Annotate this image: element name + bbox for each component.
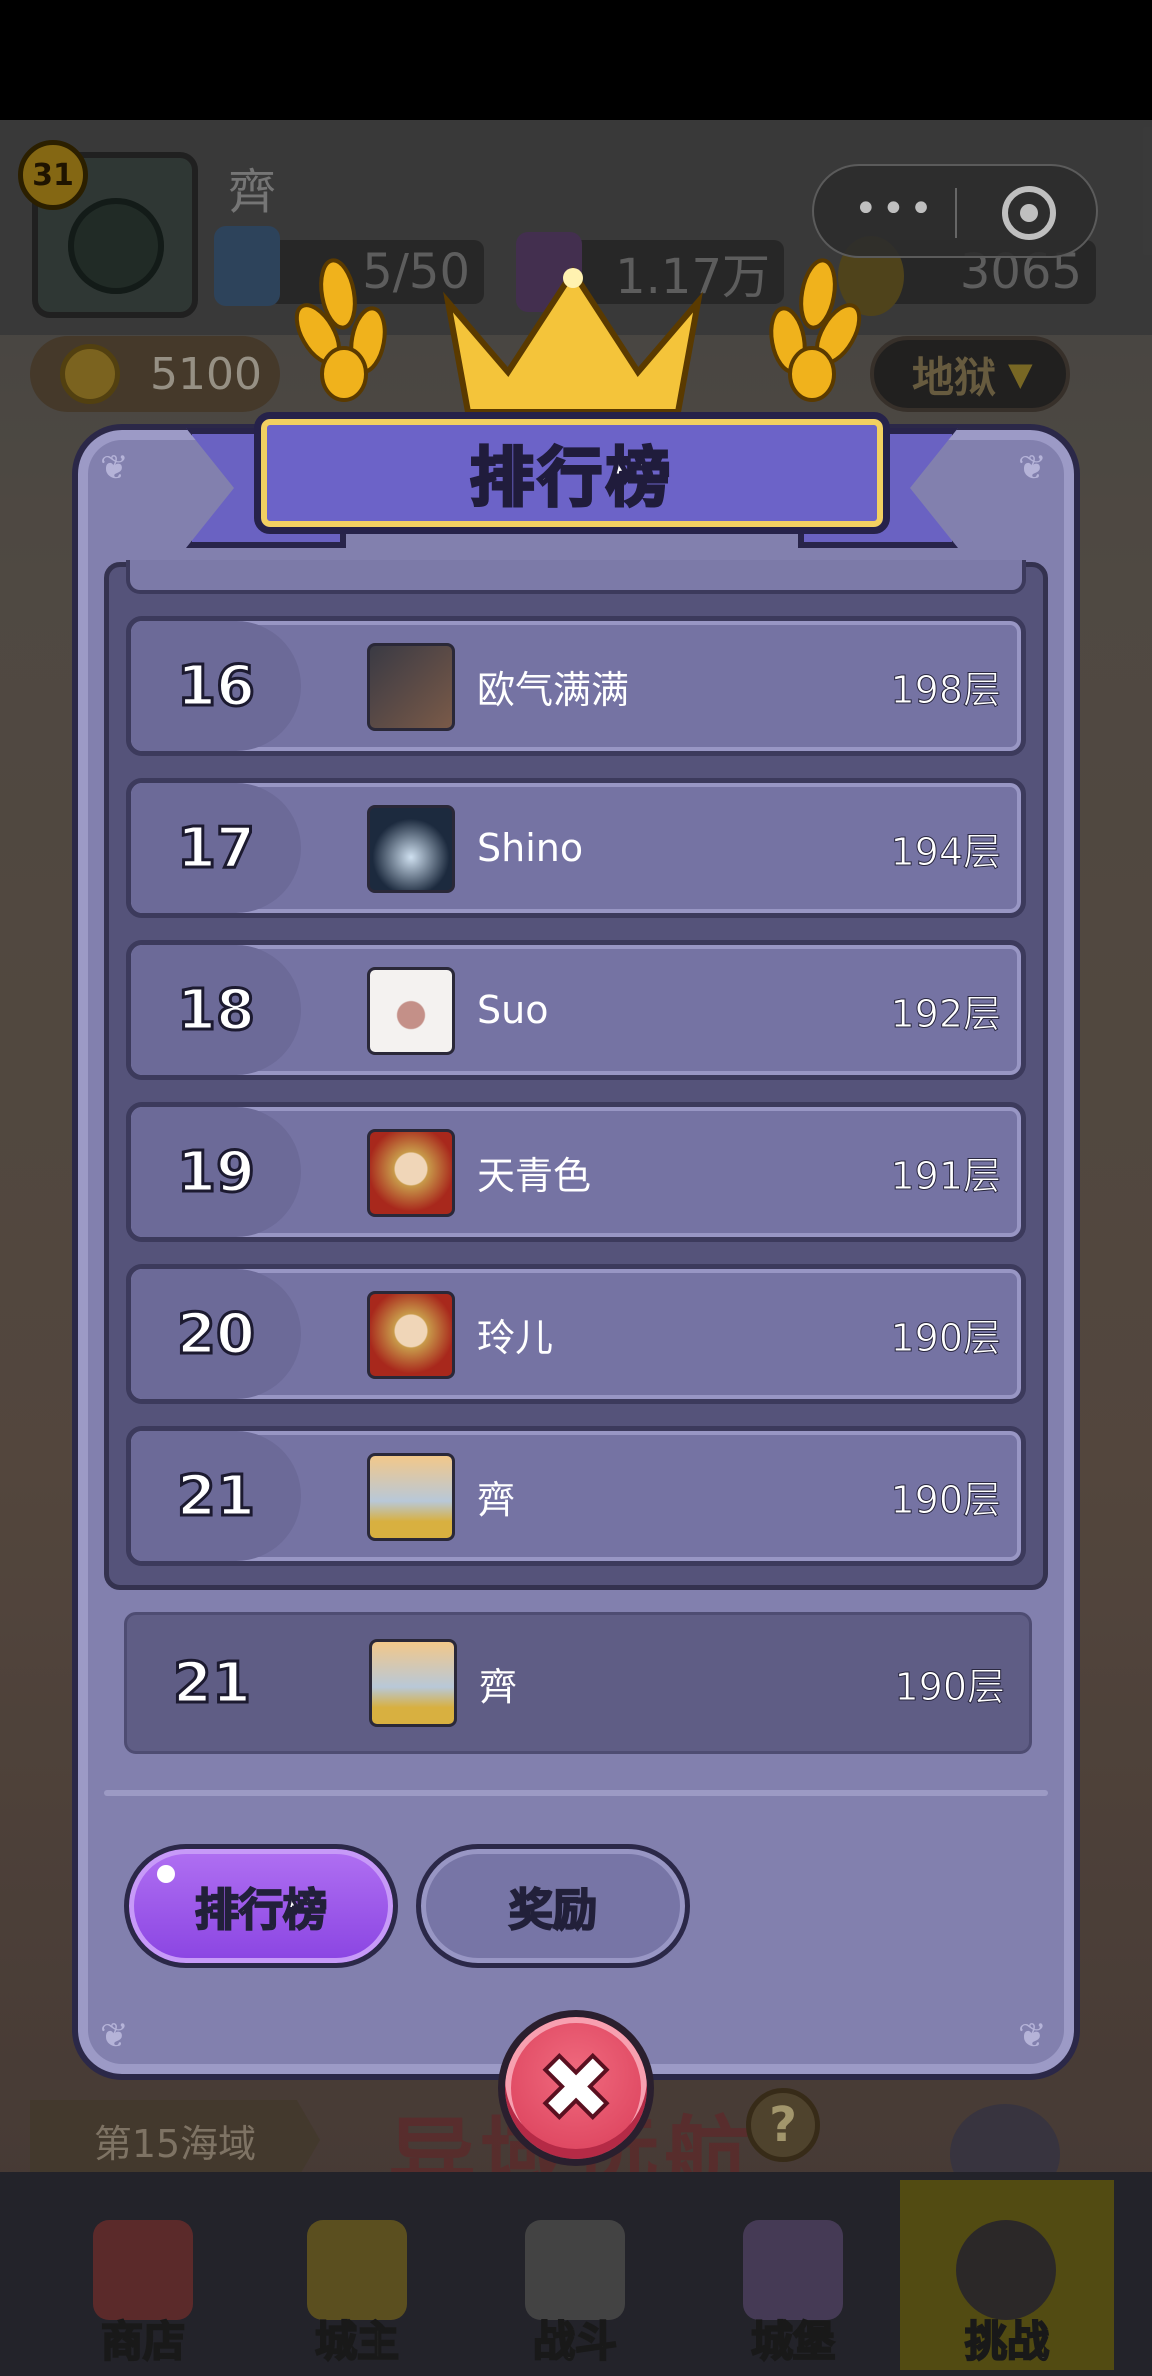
rank-number: 21 bbox=[172, 1649, 253, 1717]
user-name: 玲儿 bbox=[477, 1315, 554, 1360]
user-avatar bbox=[367, 1129, 455, 1217]
user-avatar bbox=[367, 1291, 455, 1379]
ribbon-body: 排行榜 bbox=[254, 412, 890, 534]
ranking-row[interactable]: 16 欧气满满 198层 bbox=[126, 616, 1026, 756]
rank-number: 16 bbox=[176, 652, 257, 720]
user-name: Shino bbox=[477, 826, 584, 870]
user-name: 齊 bbox=[477, 1477, 516, 1522]
floor-score: 192层 bbox=[890, 991, 1002, 1036]
user-avatar bbox=[367, 805, 455, 893]
my-rank-row: 21 齊 190层 bbox=[124, 1612, 1032, 1754]
notification-dot bbox=[157, 1865, 175, 1883]
title-ribbon: 排行榜 bbox=[186, 412, 958, 550]
tab-rewards[interactable]: 奖励 bbox=[416, 1844, 690, 1968]
rank-number: 21 bbox=[176, 1462, 257, 1530]
close-icon: ✖ bbox=[535, 2033, 616, 2144]
corner-ornament: ❦ bbox=[100, 2016, 129, 2056]
user-avatar bbox=[367, 643, 455, 731]
user-name: Suo bbox=[477, 988, 549, 1032]
corner-ornament: ❦ bbox=[1018, 448, 1047, 488]
user-name: 欧气满满 bbox=[477, 667, 630, 712]
user-name: 天青色 bbox=[477, 1153, 592, 1198]
partial-row bbox=[126, 560, 1026, 594]
floor-score: 198层 bbox=[890, 667, 1002, 712]
corner-ornament: ❦ bbox=[1018, 2016, 1047, 2056]
user-avatar bbox=[367, 967, 455, 1055]
laurel-right-icon bbox=[769, 258, 862, 402]
rank-number: 18 bbox=[176, 976, 257, 1044]
user-avatar bbox=[369, 1639, 457, 1727]
floor-score: 194层 bbox=[890, 829, 1002, 874]
divider bbox=[104, 1790, 1048, 1796]
status-bar bbox=[0, 0, 1152, 120]
floor-score: 190层 bbox=[894, 1664, 1006, 1709]
rank-number: 19 bbox=[176, 1138, 257, 1206]
tab-label: 排行榜 bbox=[194, 1884, 328, 1937]
close-button[interactable]: ✖ bbox=[498, 2010, 654, 2166]
ranking-row[interactable]: 17 Shino 194层 bbox=[126, 778, 1026, 918]
tab-label: 奖励 bbox=[508, 1884, 598, 1937]
floor-score: 190层 bbox=[890, 1477, 1002, 1522]
laurel-left-icon bbox=[294, 258, 387, 402]
tab-leaderboard[interactable]: 排行榜 bbox=[124, 1844, 398, 1968]
floor-score: 190层 bbox=[890, 1315, 1002, 1360]
crown-icon bbox=[443, 266, 703, 415]
user-name: 齊 bbox=[479, 1664, 518, 1709]
rank-number: 20 bbox=[176, 1300, 257, 1368]
ranking-row[interactable]: 20 玲儿 190层 bbox=[126, 1264, 1026, 1404]
rank-number: 17 bbox=[176, 814, 257, 882]
user-avatar bbox=[367, 1453, 455, 1541]
ranking-row[interactable]: 19 天青色 191层 bbox=[126, 1102, 1026, 1242]
modal-title: 排行榜 bbox=[469, 441, 674, 518]
corner-ornament: ❦ bbox=[100, 448, 129, 488]
ranking-row[interactable]: 18 Suo 192层 bbox=[126, 940, 1026, 1080]
floor-score: 191层 bbox=[890, 1153, 1002, 1198]
ranking-row[interactable]: 21 齊 190层 bbox=[126, 1426, 1026, 1566]
